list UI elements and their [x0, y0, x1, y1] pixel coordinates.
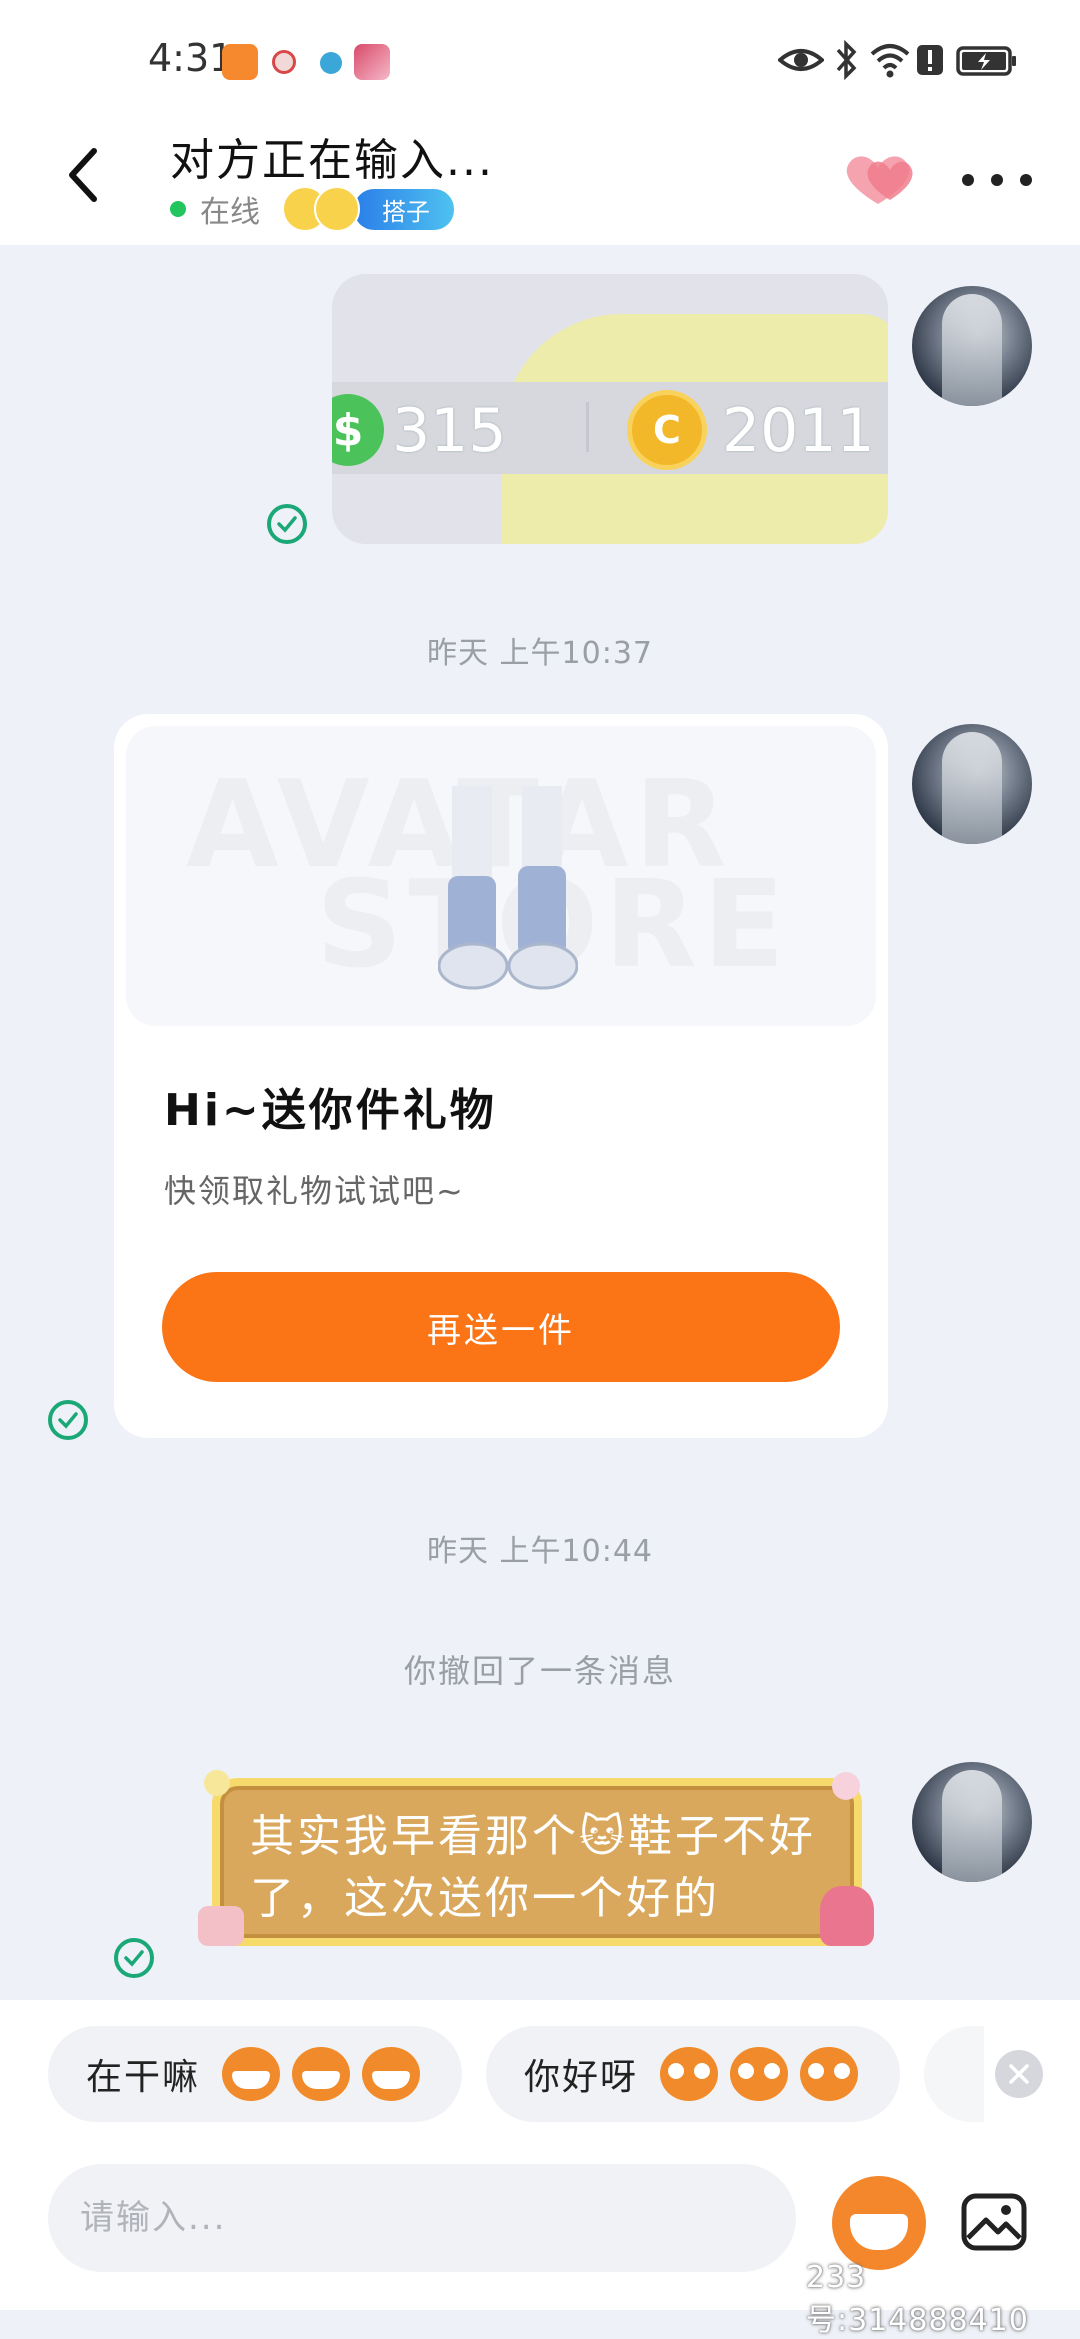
relationship-tag-badge[interactable]: 搭子: [354, 188, 454, 230]
gift-title: Hi~送你件礼物: [164, 1085, 497, 1136]
message-input[interactable]: [48, 2164, 796, 2272]
recall-notice: 你撤回了一条消息: [403, 1652, 676, 1690]
online-dot-icon: [170, 201, 186, 217]
image-message[interactable]: $ 315 C 2011: [332, 274, 888, 544]
dot-icon: [962, 174, 974, 186]
game-app-icon: [354, 44, 390, 80]
wifi-icon: [870, 44, 910, 78]
my-avatar[interactable]: [912, 286, 1032, 406]
sticker-message-text: 其实我早看那个🐱鞋子不好了，这次送你一个好的: [250, 1811, 816, 1924]
gift-subtitle: 快领取礼物试试吧~: [164, 1172, 465, 1210]
status-bar: 4:31: [0, 0, 1080, 110]
read-check-icon: [267, 504, 307, 544]
my-avatar[interactable]: [912, 724, 1032, 844]
gift-image: AVATAR STORE: [126, 726, 876, 1026]
quick-reply-chip[interactable]: [924, 2026, 984, 2122]
sticker-bubble-message[interactable]: 其实我早看那个🐱鞋子不好了，这次送你一个好的: [198, 1770, 874, 1946]
send-another-gift-button[interactable]: 再送一件: [162, 1272, 840, 1382]
watermark-text: 233号:314888410: [806, 2260, 1029, 2338]
image-picker-icon[interactable]: [960, 2188, 1028, 2256]
close-quick-replies-button[interactable]: [995, 2050, 1043, 2098]
wink-emoji-icon: [730, 2047, 789, 2101]
status-time: 4:31: [148, 36, 234, 80]
wink-emoji-icon: [660, 2047, 719, 2101]
grin-emoji-icon: [362, 2047, 421, 2101]
boot-icon: [508, 786, 578, 990]
cake-decoration-icon: [198, 1906, 244, 1946]
my-avatar[interactable]: [912, 1762, 1032, 1882]
gold-coin-value: 2011: [722, 396, 875, 466]
green-coin-value: 315: [392, 396, 507, 466]
quick-reply-chip[interactable]: 你好呀: [486, 2026, 900, 2122]
close-icon: [1009, 2064, 1029, 2084]
smile-emoji-icon: [314, 186, 360, 232]
gift-card-message[interactable]: AVATAR STORE Hi~送你件礼物 快领取礼物试试吧~ 再送一件: [114, 714, 888, 1438]
notification-dot-icon: [272, 50, 296, 74]
quick-reply-label: 在干嘛: [86, 2057, 201, 2098]
chat-header: 对方正在输入... 在线 搭子: [0, 110, 1080, 245]
timestamp: 昨天 上午10:44: [427, 1534, 653, 1569]
intimacy-hearts-icon[interactable]: [838, 152, 918, 208]
app-badge-icon: [320, 52, 342, 74]
timestamp: 昨天 上午10:37: [427, 636, 653, 671]
read-check-icon: [48, 1400, 88, 1440]
grin-emoji-icon: [222, 2047, 281, 2101]
chevron-left-icon: [69, 148, 97, 202]
more-options-button[interactable]: [962, 160, 1032, 200]
dot-icon: [991, 174, 1003, 186]
battery-icon: [956, 46, 1016, 76]
star-decoration-icon: [204, 1770, 230, 1796]
chat-title: 对方正在输入...: [170, 135, 494, 186]
grin-emoji-icon: [292, 2047, 351, 2101]
character-decoration-icon: [820, 1886, 874, 1946]
boot-icon: [438, 786, 508, 990]
gold-coin-icon: C: [627, 390, 707, 470]
video-app-icon: [222, 44, 258, 80]
online-status-row: 在线 搭子: [170, 186, 454, 232]
wink-emoji-icon: [800, 2047, 859, 2101]
dot-icon: [1020, 174, 1032, 186]
quick-reply-label: 你好呀: [524, 2057, 639, 2098]
read-check-icon: [114, 1938, 154, 1978]
online-status-text: 在线: [200, 195, 260, 230]
sticker-mascot-button[interactable]: [832, 2176, 926, 2270]
eye-icon: [778, 49, 824, 71]
flower-decoration-icon: [832, 1772, 860, 1800]
quick-reply-chip[interactable]: 在干嘛: [48, 2026, 462, 2122]
alert-icon: [917, 45, 943, 75]
back-button[interactable]: [58, 145, 108, 205]
bluetooth-icon: [836, 40, 857, 80]
